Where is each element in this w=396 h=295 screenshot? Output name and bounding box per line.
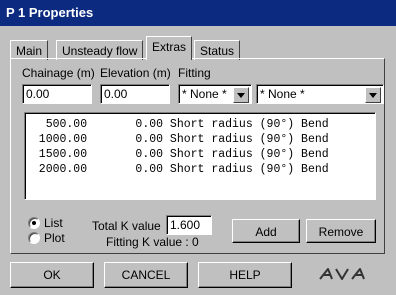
remove-button[interactable]: Remove [306,219,376,243]
fitting-category-select[interactable]: * None * [178,84,252,104]
tab-main-label: Main [16,44,43,58]
elevation-input[interactable]: 0.00 [100,84,170,104]
total-k-input[interactable]: 1.600 [166,215,212,235]
elevation-label: Elevation (m) [100,66,171,80]
list-item[interactable]: 500.00 0.00 Short radius (90°) Bend [25,118,365,132]
chainage-label: Chainage (m) [22,66,95,80]
chevron-down-icon[interactable] [233,87,249,103]
radio-checked-icon[interactable] [28,217,40,229]
total-k-label: Total K value [92,219,161,233]
radio-unchecked-icon[interactable] [28,232,40,244]
plot-radio-label: Plot [44,231,65,245]
fitting-type-value: * None * [260,87,305,101]
tab-status-label: Status [200,44,235,58]
help-button[interactable]: HELP [198,262,292,288]
chainage-input[interactable]: 0.00 [22,84,92,104]
tab-main[interactable]: Main [10,40,49,60]
tab-extras-label: Extras [152,40,187,54]
add-button[interactable]: Add [232,219,300,243]
list-item[interactable]: 1000.00 0.00 Short radius (90°) Bend [25,133,365,147]
fittings-list[interactable]: 500.00 0.00 Short radius (90°) Bend 1000… [24,112,376,200]
fitting-label: Fitting [178,66,211,80]
tab-unsteady-flow-label: Unsteady flow [62,44,138,58]
fitting-type-select[interactable]: * None * [256,84,384,104]
tab-extras[interactable]: Extras [146,36,193,60]
tab-status[interactable]: Status [194,40,241,60]
list-item[interactable]: 2000.00 0.00 Short radius (90°) Bend [25,163,365,177]
window-title: P 1 Properties [6,5,94,20]
fitting-category-value: * None * [182,87,227,101]
title-bar[interactable]: P 1 Properties [0,0,396,26]
ok-button[interactable]: OK [10,262,94,288]
list-radio-label: List [44,216,63,230]
list-item[interactable]: 1500.00 0.00 Short radius (90°) Bend [25,148,365,162]
tab-unsteady-flow[interactable]: Unsteady flow [56,40,144,60]
ava-logo [319,268,365,280]
chevron-down-icon[interactable] [365,87,381,103]
fitting-k-value: Fitting K value : 0 [106,235,199,249]
cancel-button[interactable]: CANCEL [104,262,188,288]
